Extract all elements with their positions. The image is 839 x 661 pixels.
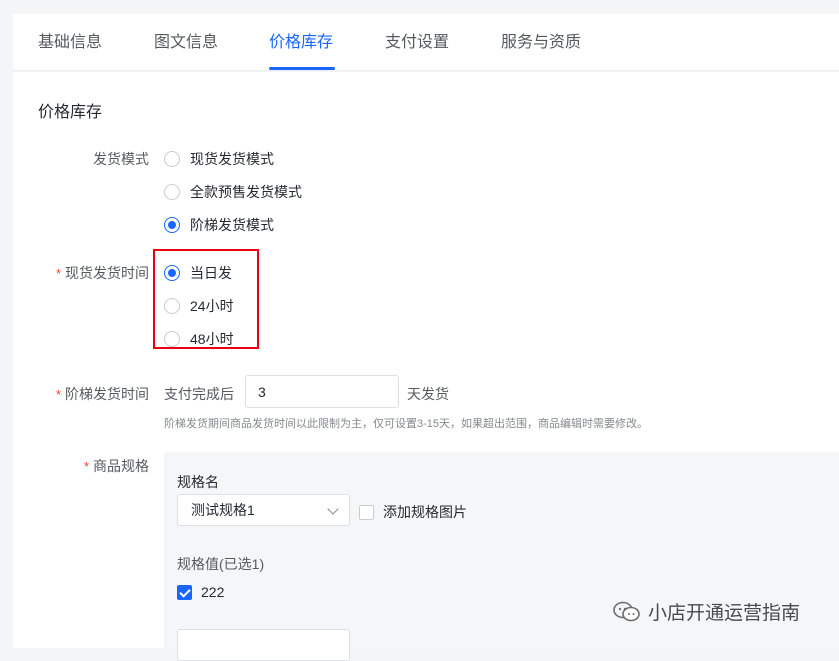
spec-label: * 商品规格	[83, 458, 149, 474]
checkbox-icon	[359, 504, 374, 520]
active-tab-indicator	[269, 67, 335, 70]
section-title: 价格库存	[38, 104, 103, 121]
ladder-delivery-time-label: * 阶梯发货时间	[55, 386, 149, 402]
ladder-prefix-text: 支付完成后	[164, 386, 234, 402]
spec-values-label: 规格值(已选1)	[177, 556, 265, 572]
delivery-mode-option-ladder[interactable]: 阶梯发货模式	[164, 215, 274, 235]
spec-value-checkbox[interactable]: 222	[177, 584, 224, 600]
ladder-hint-text: 阶梯发货期间商品发货时间以此限制为主，仅可设置3-15天，如果超出范围，商品编辑…	[164, 418, 649, 430]
tab-payment-settings[interactable]: 支付设置	[385, 14, 449, 70]
required-mark: *	[55, 266, 61, 281]
ladder-days-input[interactable]: 3	[245, 375, 399, 408]
main-panel: 价格库存 发货模式 现货发货模式 全款预售发货模式 阶梯发货模式 * 现货发货时间…	[13, 72, 839, 661]
delivery-mode-label: 发货模式	[93, 151, 149, 167]
delivery-mode-option-presale[interactable]: 全款预售发货模式	[164, 182, 302, 202]
add-spec-image-checkbox[interactable]: 添加规格图片	[359, 502, 467, 522]
spec-name-select[interactable]: 测试规格1	[177, 494, 350, 526]
ladder-suffix-text: 天发货	[407, 386, 449, 402]
wechat-watermark: 小店开通运营指南	[612, 598, 800, 625]
highlight-annotation-box	[153, 249, 259, 349]
spec-name-label: 规格名	[177, 474, 219, 490]
delivery-mode-option-spot[interactable]: 现货发货模式	[164, 149, 274, 169]
radio-icon	[164, 184, 180, 200]
checkbox-checked-icon	[177, 584, 192, 600]
tab-bar: 基础信息 图文信息 价格库存 支付设置 服务与资质	[13, 14, 839, 71]
chevron-down-icon	[327, 503, 339, 515]
tab-graphic-info[interactable]: 图文信息	[154, 14, 218, 70]
required-mark: *	[55, 387, 61, 402]
custom-spec-value-input[interactable]	[177, 629, 350, 661]
tab-basic-info[interactable]: 基础信息	[38, 14, 102, 70]
wechat-logo-icon	[613, 601, 640, 621]
radio-icon	[164, 151, 180, 167]
spot-delivery-time-label: * 现货发货时间	[55, 265, 149, 281]
tab-price-stock[interactable]: 价格库存	[269, 14, 333, 70]
required-mark: *	[83, 459, 89, 474]
tab-service-qualification[interactable]: 服务与资质	[501, 14, 581, 70]
radio-checked-icon	[164, 217, 180, 233]
